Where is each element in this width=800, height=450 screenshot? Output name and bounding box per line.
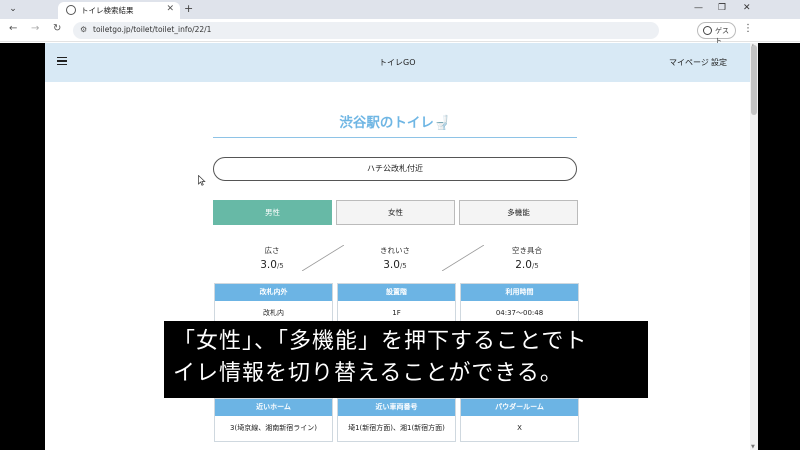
address-bar[interactable]: ⚙ toiletgo.jp/toilet/toilet_info/22/1 [73,22,659,39]
info-body: 埼1(新宿方面)、湘1(新宿方面) [348,424,445,432]
title-divider [213,137,577,138]
globe-icon [66,5,76,15]
restore-icon[interactable]: ❐ [718,3,726,13]
tab-close-icon[interactable]: ✕ [166,4,174,14]
info-head: 改札内外 [215,284,332,301]
tab-search-chevron-icon[interactable]: ⌄ [6,3,20,16]
site-info-icon[interactable]: ⚙ [80,25,89,35]
info-head: 近いホーム [215,399,332,416]
browser-toolbar: ← → ↻ ⚙ toiletgo.jp/toilet/toilet_info/2… [0,19,800,45]
tab-male[interactable]: 男性 [213,200,332,225]
rating-label: きれいさ [380,246,410,255]
guest-profile-button[interactable]: ゲスト [697,22,736,45]
info-head: 近い車両番号 [338,399,455,416]
info-head: 設置階 [338,284,455,301]
scroll-down-icon[interactable]: ▼ [751,444,755,450]
divider-slash [302,245,344,271]
browser-menu-icon[interactable]: ⋮ [743,23,753,34]
minimize-icon[interactable]: — [694,3,703,13]
info-powder-room: パウダールーム X [460,398,579,442]
forward-arrow-icon[interactable]: → [31,23,39,34]
info-car-number: 近い車両番号 埼1(新宿方面)、湘1(新宿方面) [337,398,456,442]
scrollbar-thumb[interactable] [751,45,757,115]
caption-line-1: 「女性」、「多機能」を押下することでト [173,329,588,354]
app-brand[interactable]: トイレGO [379,57,416,68]
browser-tab-strip: ⌄ トイレ検索結果 ✕ + — ❐ ✕ [0,0,800,19]
location-pill: ハチ公改札付近 [213,157,577,181]
rating-availability: 空き具合 2.0/5 [477,245,577,271]
rating-label: 空き具合 [512,246,542,255]
window-close-icon[interactable]: ✕ [743,3,751,13]
info-body: 3(埼京線、湘南新宿ライン) [230,424,317,432]
mouse-cursor-icon [198,175,206,186]
info-platform: 近いホーム 3(埼京線、湘南新宿ライン) [214,398,333,442]
reload-icon[interactable]: ↻ [53,23,61,34]
video-caption: 「女性」、「多機能」を押下することでト イレ情報を切り替えることができる。 [164,321,648,398]
settings-link[interactable]: 設定 [711,57,727,68]
tab-title: トイレ検索結果 [81,6,134,15]
caption-line-2: イレ情報を切り替えることができる。 [173,361,563,386]
new-tab-plus-icon[interactable]: + [184,2,193,15]
page-scrollbar[interactable]: ▲ ▼ [750,43,758,450]
profile-icon [703,26,712,35]
browser-tab[interactable]: トイレ検索結果 ✕ [58,2,180,19]
letterbox-right [758,43,800,450]
tab-female[interactable]: 女性 [336,200,455,225]
page-title: 渋谷駅のトイレ🚽 [339,115,451,131]
rating-value: 3.0/5 [383,259,407,271]
info-head: 利用時間 [461,284,578,301]
url-text: toiletgo.jp/toilet/toilet_info/22/1 [93,25,212,34]
mypage-link[interactable]: マイページ [669,57,709,68]
info-body: X [517,424,522,432]
back-arrow-icon[interactable]: ← [9,23,17,34]
info-head: パウダールーム [461,399,578,416]
rating-cleanliness: きれいさ 3.0/5 [345,245,445,271]
letterbox-left [0,43,45,450]
rating-value: 2.0/5 [515,259,539,271]
hamburger-menu-icon[interactable] [57,57,67,65]
app-header: トイレGO マイページ 設定 [45,43,750,82]
tab-multipurpose[interactable]: 多機能 [459,200,578,225]
